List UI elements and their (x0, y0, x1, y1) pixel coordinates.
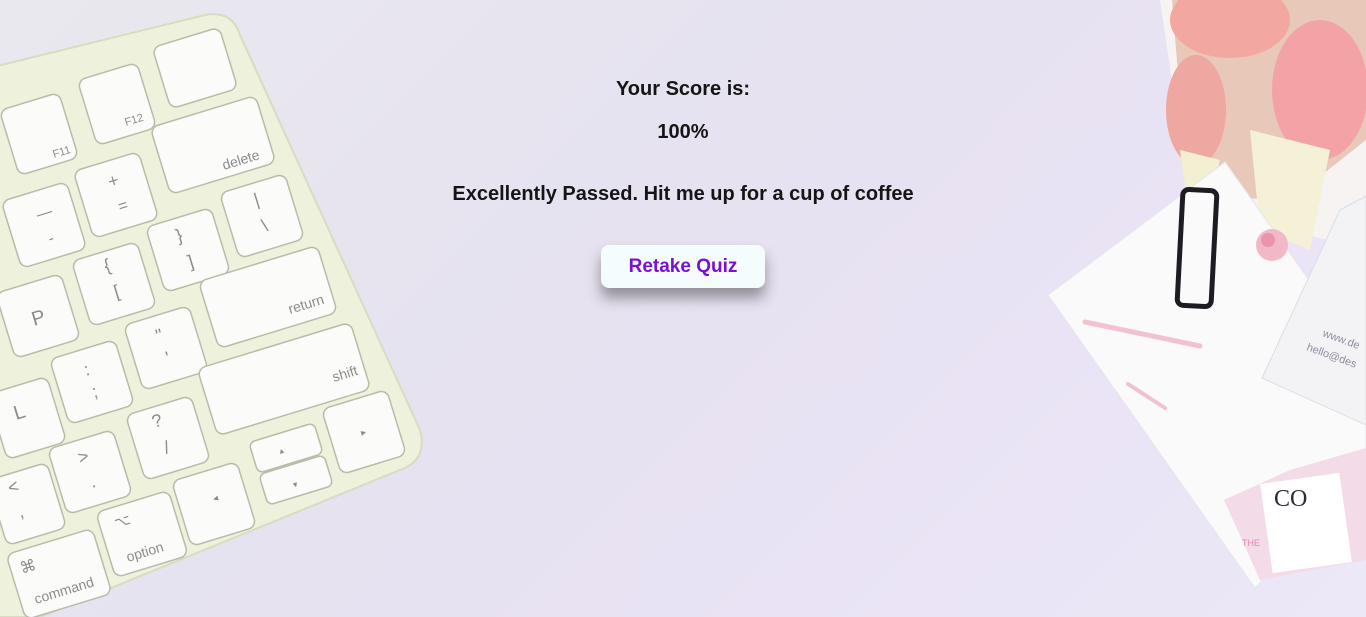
retake-quiz-button[interactable]: Retake Quiz (601, 245, 765, 288)
result-message: Excellently Passed. Hit me up for a cup … (452, 183, 914, 205)
score-value: 100% (657, 121, 709, 143)
quiz-result-panel: Your Score is: 100% Excellently Passed. … (0, 0, 1366, 617)
score-title: Your Score is: (615, 78, 751, 100)
